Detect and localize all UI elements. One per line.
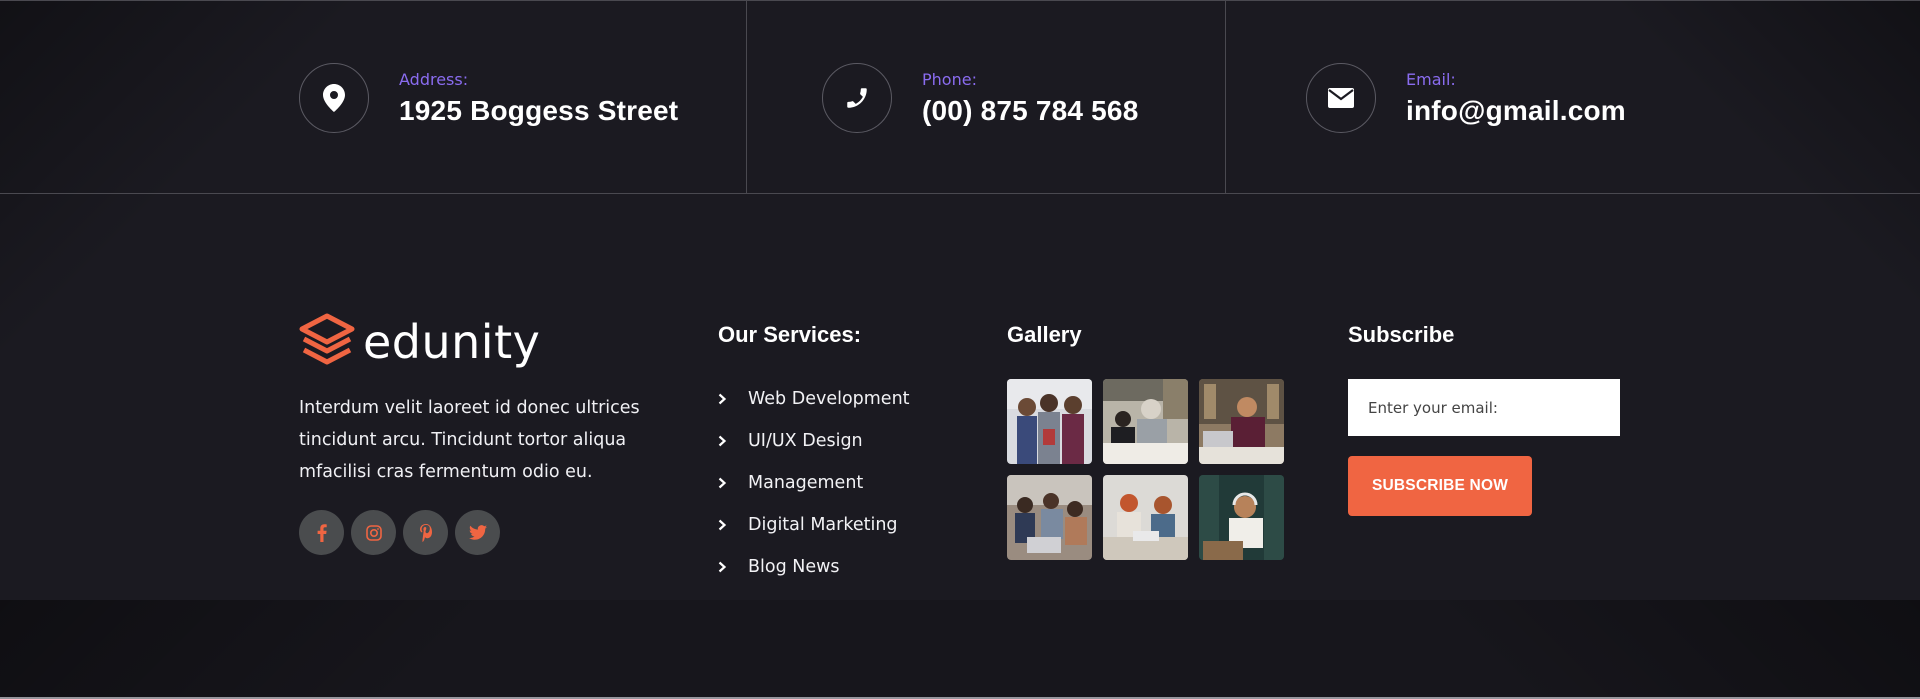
contact-value[interactable]: (00) 875 784 568 [922,95,1138,127]
pinterest-icon[interactable] [403,510,448,555]
contact-value[interactable]: info@gmail.com [1406,95,1626,127]
gallery-image[interactable] [1199,379,1284,464]
contact-value: 1925 Boggess Street [399,94,679,126]
service-label: UI/UX Design [748,431,863,451]
envelope-icon [1306,63,1376,133]
services-title: Our Services: [718,322,862,347]
divider [746,1,747,194]
chevron-right-icon [718,519,748,531]
gallery-image[interactable] [1103,475,1188,560]
map-pin-icon [299,63,369,133]
footer: Address: 1925 Boggess Street Phone: (00)… [0,0,1920,699]
services-list: Web Development UI/UX Design Management … [718,378,910,588]
service-link[interactable]: Management [718,462,910,504]
gallery-image[interactable] [1199,475,1284,560]
service-label: Digital Marketing [748,515,898,535]
service-link[interactable]: Web Development [718,378,910,420]
phone-icon [822,63,892,133]
about-text: Interdum velit laoreet id donec ultrices… [299,398,640,482]
service-link[interactable]: UI/UX Design [718,420,910,462]
contact-email: Email: info@gmail.com [1306,62,1626,134]
copyright-band [0,600,1920,699]
contact-strip: Address: 1925 Boggess Street Phone: (00)… [0,0,1920,194]
chevron-right-icon [718,561,748,573]
subscribe-button[interactable]: SUBSCRIBE NOW [1348,456,1532,516]
service-link[interactable]: Blog News [718,546,910,588]
service-label: Blog News [748,557,840,577]
service-link[interactable]: Digital Marketing [718,504,910,546]
contact-label: Email: [1406,69,1456,89]
chevron-right-icon [718,435,748,447]
contact-label: Address: [399,69,469,89]
gallery-grid [1007,379,1284,560]
contact-phone: Phone: (00) 875 784 568 [822,62,1138,134]
gallery-image[interactable] [1103,379,1188,464]
facebook-icon[interactable] [299,510,344,555]
gallery-image[interactable] [1007,475,1092,560]
brand-name: edunity [363,315,541,369]
chevron-right-icon [718,393,748,405]
stack-logo-icon [299,313,355,371]
service-label: Web Development [748,389,910,409]
twitter-icon[interactable] [455,510,500,555]
chevron-right-icon [718,477,748,489]
brand-logo[interactable]: edunity [299,313,540,371]
divider [1225,1,1226,194]
contact-label: Phone: [922,69,977,89]
contact-address: Address: 1925 Boggess Street [299,62,678,134]
subscribe-title: Subscribe [1348,322,1455,347]
service-label: Management [748,473,864,493]
email-field[interactable] [1348,379,1620,436]
gallery-image[interactable] [1007,379,1092,464]
instagram-icon[interactable] [351,510,396,555]
gallery-title: Gallery [1007,322,1082,347]
social-links [299,510,500,555]
